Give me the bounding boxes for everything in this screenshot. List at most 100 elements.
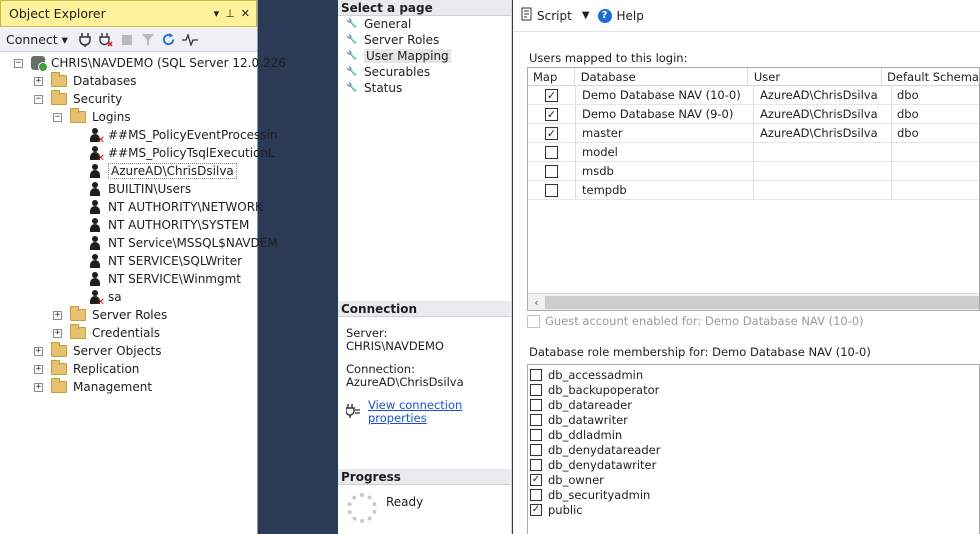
connect-plug-icon[interactable]	[76, 31, 94, 49]
cell-schema[interactable]: dbo	[892, 105, 979, 123]
role-checkbox[interactable]	[530, 443, 542, 456]
close-icon[interactable]: ✕	[241, 7, 250, 20]
map-checkbox[interactable]: ✓	[545, 88, 558, 102]
column-header-map[interactable]: Map	[528, 68, 575, 85]
role-item[interactable]: ✓ public	[528, 502, 979, 517]
role-checkbox[interactable]	[530, 368, 542, 381]
role-item[interactable]: db_backupoperator	[528, 382, 979, 397]
tree-node[interactable]: + Credentials	[53, 324, 160, 342]
tree-node[interactable]: NT AUTHORITY\SYSTEM	[88, 216, 249, 234]
tree-node[interactable]: + Replication	[34, 360, 139, 378]
tree-node[interactable]: NT SERVICE\Winmgmt	[88, 270, 241, 288]
cell-user[interactable]: AzureAD\ChrisDsilva	[754, 105, 892, 123]
tree-node[interactable]: − Security	[34, 90, 122, 108]
refresh-icon[interactable]	[160, 31, 178, 49]
cell-database[interactable]: msdb	[576, 162, 754, 180]
map-checkbox[interactable]	[545, 183, 558, 197]
help-button[interactable]: Help	[617, 9, 644, 23]
cell-schema[interactable]: dbo	[892, 86, 979, 104]
tree-node[interactable]: NT SERVICE\SQLWriter	[88, 252, 242, 270]
pin-icon[interactable]: ⊥	[225, 7, 235, 20]
cell-schema[interactable]	[892, 181, 979, 199]
table-row[interactable]: ✓ Demo Database NAV (9-0) AzureAD\ChrisDsi…	[528, 105, 979, 124]
tree-node[interactable]: + Server Objects	[34, 342, 162, 360]
table-row[interactable]: msdb	[528, 162, 979, 181]
column-header-default-schema[interactable]: Default Schema	[882, 68, 979, 85]
map-checkbox[interactable]	[545, 145, 558, 159]
role-checkbox[interactable]	[530, 488, 542, 501]
column-header-database[interactable]: Database	[575, 68, 748, 85]
cell-schema[interactable]: dbo	[892, 124, 979, 142]
role-item[interactable]: db_datawriter	[528, 412, 979, 427]
activity-monitor-icon[interactable]	[181, 31, 199, 49]
table-row[interactable]: tempdb	[528, 181, 979, 200]
cell-user[interactable]: AzureAD\ChrisDsilva	[754, 124, 892, 142]
collapse-icon[interactable]: −	[53, 112, 62, 122]
tree-node[interactable]: ✕ ##MS_PolicyTsqlExecutionL	[88, 144, 275, 163]
page-item-user-mapping[interactable]: 🔧 User Mapping	[338, 48, 511, 64]
role-checkbox[interactable]	[530, 458, 542, 471]
cell-user[interactable]: AzureAD\ChrisDsilva	[754, 86, 892, 104]
cell-database[interactable]: Demo Database NAV (10-0)	[576, 86, 754, 104]
tree-node[interactable]: + Management	[34, 378, 152, 396]
tree-node[interactable]: AzureAD\ChrisDsilva	[88, 162, 237, 180]
scroll-left-icon[interactable]: ‹	[528, 296, 545, 309]
tree-node[interactable]: + Databases	[34, 72, 137, 90]
table-row[interactable]: model	[528, 143, 979, 162]
role-checkbox[interactable]: ✓	[530, 473, 542, 486]
filter-icon[interactable]	[139, 31, 157, 49]
page-item-status[interactable]: 🔧 Status	[338, 80, 511, 96]
role-item[interactable]: db_denydatawriter	[528, 457, 979, 472]
role-item[interactable]: db_denydatareader	[528, 442, 979, 457]
connect-button[interactable]: Connect ▾	[6, 32, 68, 47]
map-checkbox[interactable]	[545, 164, 558, 178]
cell-user[interactable]	[754, 162, 892, 180]
role-item[interactable]: db_securityadmin	[528, 487, 979, 502]
role-checkbox[interactable]	[530, 398, 542, 411]
scrollbar-thumb[interactable]	[545, 295, 979, 309]
cell-user[interactable]	[754, 181, 892, 199]
script-dropdown-icon[interactable]: ▼	[582, 10, 590, 21]
role-item[interactable]: ✓ db_owner	[528, 472, 979, 487]
cell-user[interactable]	[754, 143, 892, 161]
expand-icon[interactable]: +	[53, 310, 62, 320]
collapse-icon[interactable]: −	[34, 94, 43, 104]
role-checkbox[interactable]	[530, 413, 542, 426]
tree-node[interactable]: + Server Roles	[53, 306, 167, 324]
tree-node[interactable]: NT AUTHORITY\NETWORK	[88, 198, 263, 216]
page-item-general[interactable]: 🔧 General	[338, 16, 511, 32]
tree-node[interactable]: − CHRIS\NAVDEMO (SQL Server 12.0.226	[14, 54, 286, 72]
cell-database[interactable]: tempdb	[576, 181, 754, 199]
expand-icon[interactable]: +	[34, 76, 43, 86]
table-row[interactable]: ✓ master AzureAD\ChrisDsilva dbo	[528, 124, 979, 143]
page-item-server-roles[interactable]: 🔧 Server Roles	[338, 32, 511, 48]
map-checkbox[interactable]: ✓	[545, 107, 558, 121]
role-checkbox[interactable]	[530, 383, 542, 396]
cell-database[interactable]: master	[576, 124, 754, 142]
role-checkbox[interactable]	[530, 428, 542, 441]
horizontal-scrollbar[interactable]: ‹	[528, 293, 979, 310]
cell-schema[interactable]	[892, 162, 979, 180]
role-item[interactable]: db_ddladmin	[528, 427, 979, 442]
cell-database[interactable]: model	[576, 143, 754, 161]
tree-node[interactable]: ✕ ##MS_PolicyEventProcessin	[88, 126, 277, 145]
tree-node[interactable]: BUILTIN\Users	[88, 180, 191, 198]
tree-node[interactable]: NT Service\MSSQL$NAVDEM	[88, 234, 278, 252]
cell-schema[interactable]	[892, 143, 979, 161]
tree-node[interactable]: − Logins	[53, 108, 131, 126]
page-item-securables[interactable]: 🔧 Securables	[338, 64, 511, 80]
collapse-icon[interactable]: −	[14, 58, 23, 68]
script-button[interactable]: Script	[537, 9, 572, 23]
expand-icon[interactable]: +	[53, 328, 62, 338]
table-row[interactable]: ✓ Demo Database NAV (10-0) AzureAD\ChrisDs…	[528, 86, 979, 105]
cell-database[interactable]: Demo Database NAV (9-0)	[576, 105, 754, 123]
disconnect-icon[interactable]	[97, 31, 115, 49]
role-item[interactable]: db_datareader	[528, 397, 979, 412]
tree-node[interactable]: ✕ sa	[88, 288, 122, 307]
dropdown-icon[interactable]: ▾	[214, 7, 220, 20]
expand-icon[interactable]: +	[34, 346, 43, 356]
role-item[interactable]: db_accessadmin	[528, 367, 979, 382]
map-checkbox[interactable]: ✓	[545, 126, 558, 140]
expand-icon[interactable]: +	[34, 382, 43, 392]
column-header-user[interactable]: User	[748, 68, 883, 85]
